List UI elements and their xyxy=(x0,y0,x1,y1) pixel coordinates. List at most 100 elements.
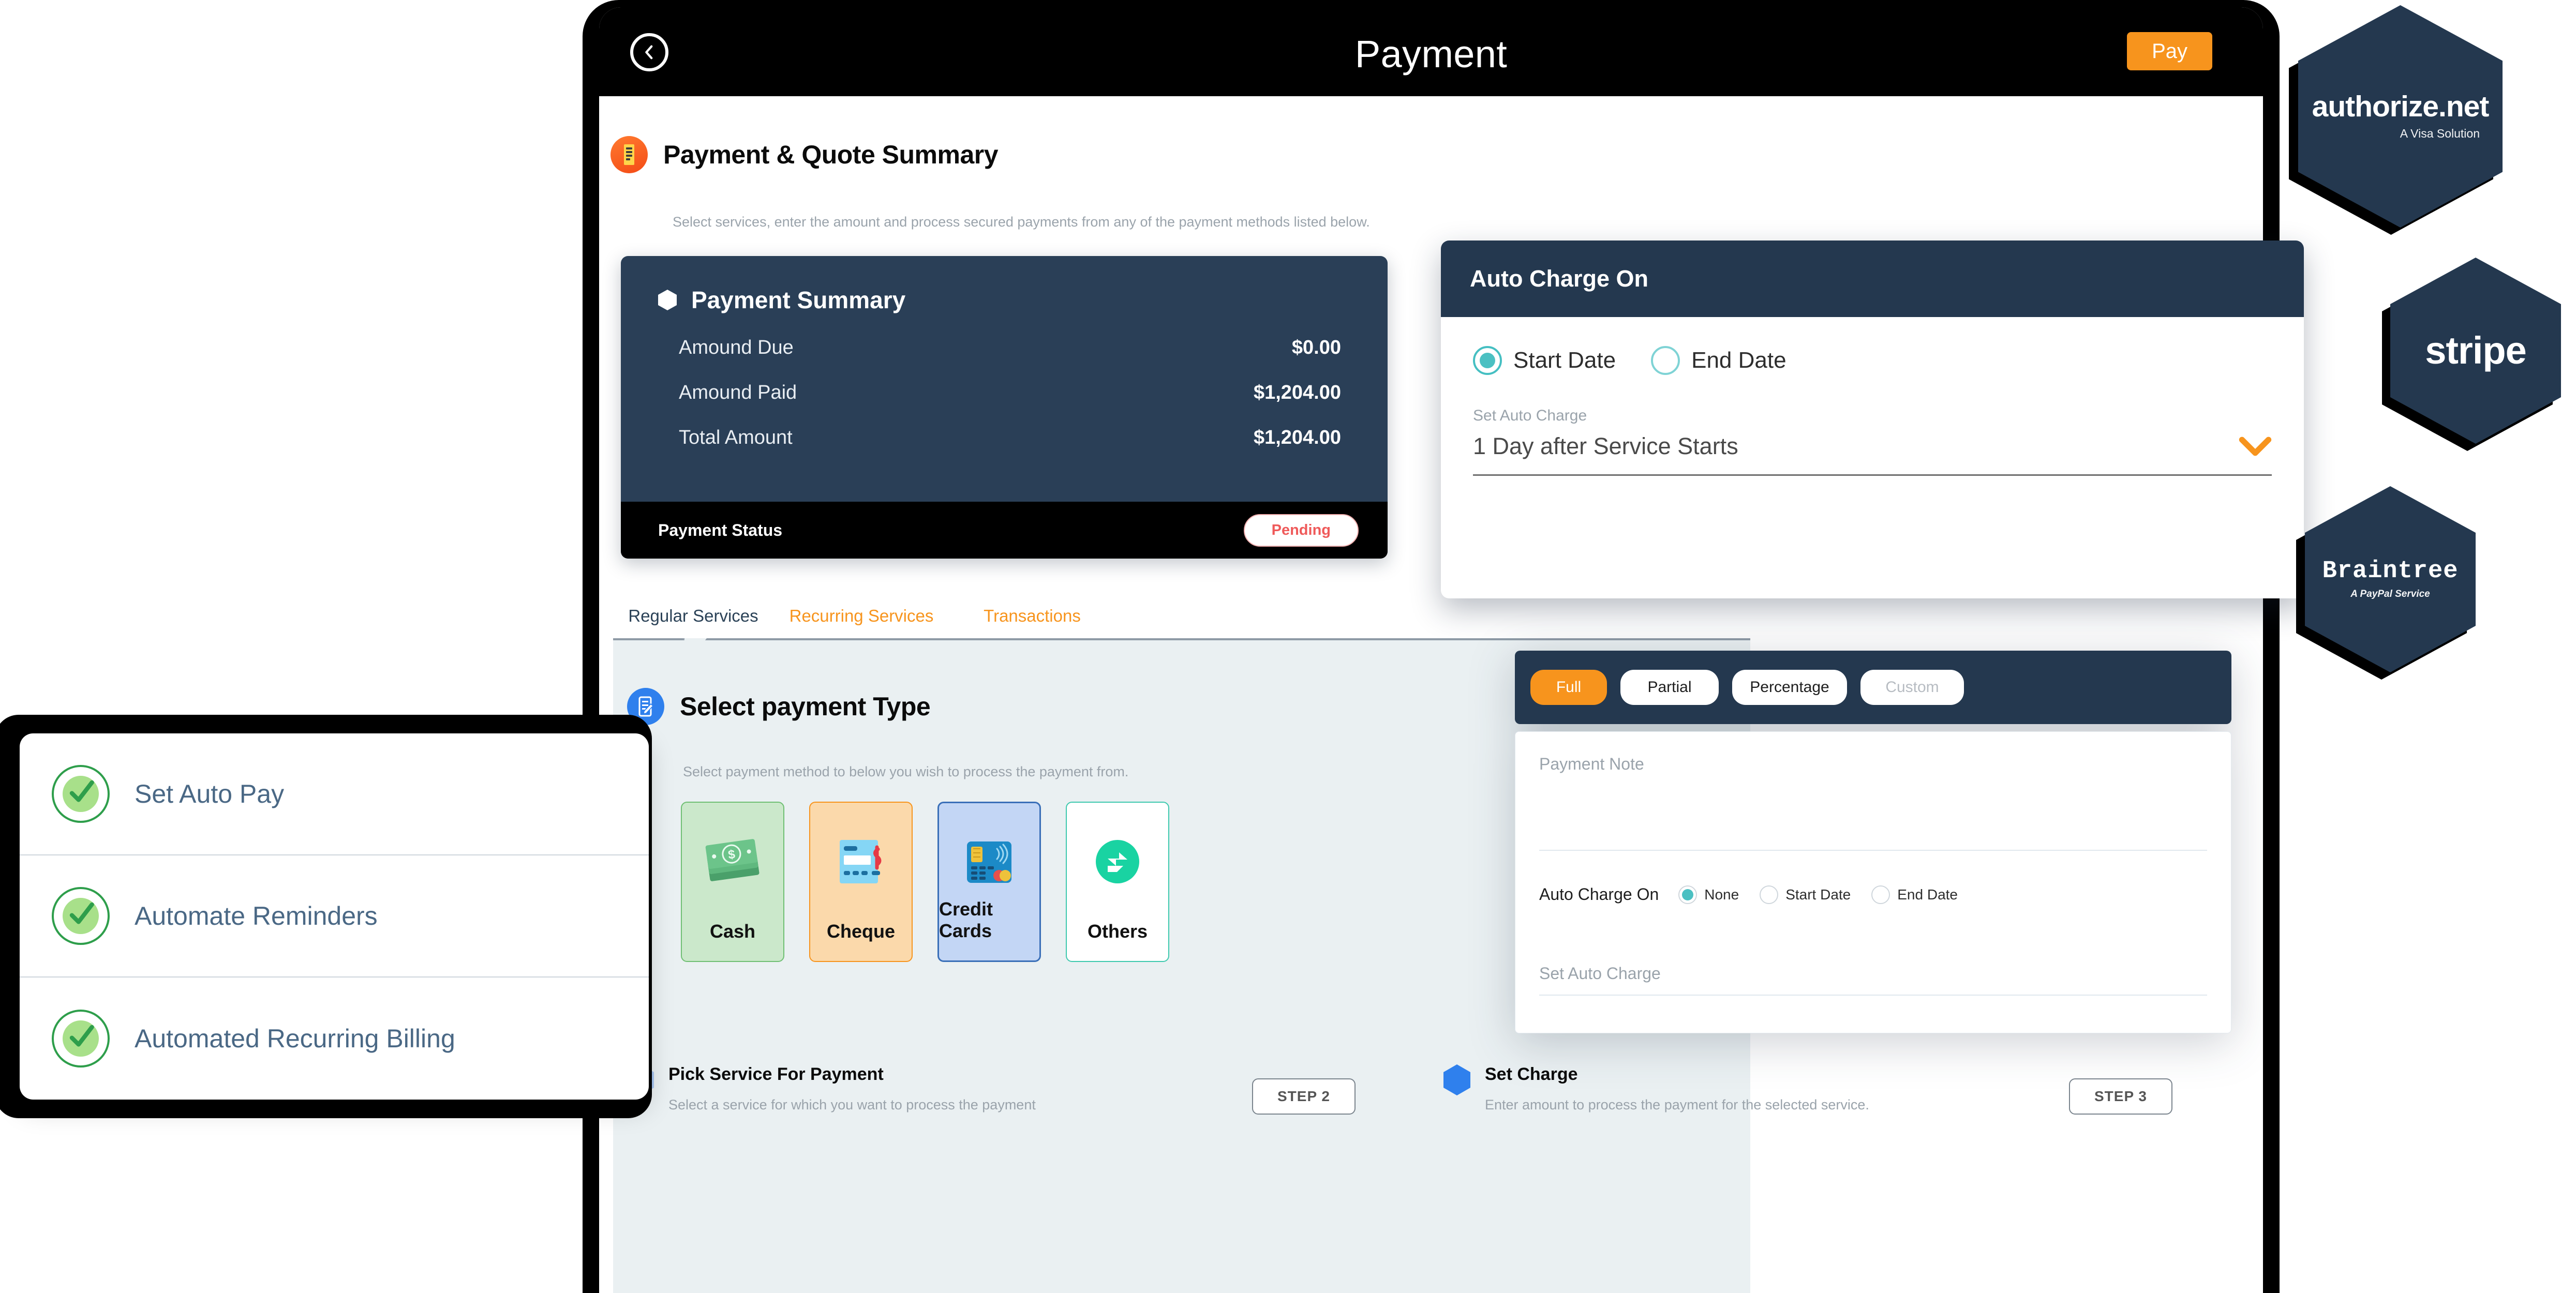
summary-section-title: Payment & Quote Summary xyxy=(663,140,999,169)
charge-type-form: Payment Note Auto Charge On None Start D… xyxy=(1515,731,2231,1033)
payment-type-section-header: Select payment Type xyxy=(627,688,931,725)
summary-row-label: Amound Paid xyxy=(679,382,797,403)
tab-transactions[interactable]: Transactions xyxy=(949,606,1115,637)
radio-label: None xyxy=(1704,886,1739,903)
payment-method-others[interactable]: Others xyxy=(1066,802,1169,962)
payment-method-credit-cards[interactable]: Credit Cards xyxy=(937,802,1041,962)
radio-dot-selected xyxy=(1678,885,1698,904)
radio-none[interactable]: None xyxy=(1678,885,1739,904)
summary-row-label: Total Amount xyxy=(679,427,793,448)
check-circle-icon xyxy=(52,765,110,823)
page-title: Payment xyxy=(1354,33,1508,76)
segment-custom[interactable]: Custom xyxy=(1860,670,1964,705)
credit-card-icon xyxy=(962,831,1017,893)
feature-label: Set Auto Pay xyxy=(135,779,285,808)
payment-method-cash[interactable]: $ Cash xyxy=(681,802,784,962)
payment-method-cheque[interactable]: Cheque xyxy=(809,802,913,962)
charge-type-segment-bar: Full Partial Percentage Custom xyxy=(1515,651,2231,724)
gateway-tagline: A PayPal Service xyxy=(2350,588,2430,599)
radio-end-date[interactable]: End Date xyxy=(1651,346,1786,375)
segment-percentage[interactable]: Percentage xyxy=(1732,670,1847,705)
auto-charge-on-label: Auto Charge On xyxy=(1539,885,1659,904)
payment-note-placeholder: Payment Note xyxy=(1539,755,1644,773)
tab-recurring-services[interactable]: Recurring Services xyxy=(773,606,949,637)
feature-panel: Set Auto Pay Automate Reminders Automate… xyxy=(20,733,649,1100)
auto-charge-panel-title: Auto Charge On xyxy=(1470,265,1648,292)
set-auto-charge-field: Set Auto Charge 1 Day after Service Star… xyxy=(1473,407,2272,476)
check-circle-icon xyxy=(52,887,110,945)
segment-partial[interactable]: Partial xyxy=(1620,670,1719,705)
payment-method-label: Others xyxy=(1087,921,1148,942)
payment-type-section-title: Select payment Type xyxy=(680,692,931,721)
step-title: Pick Service For Payment xyxy=(668,1064,884,1084)
summary-row-value: $1,204.00 xyxy=(1253,427,1341,448)
set-auto-charge-input[interactable]: Set Auto Charge xyxy=(1539,964,2207,996)
segment-full[interactable]: Full xyxy=(1530,670,1607,705)
step-title: Set Charge xyxy=(1485,1064,1578,1084)
step-subtitle: Enter amount to process the payment for … xyxy=(1485,1097,1869,1112)
radio-start-date[interactable]: Start Date xyxy=(1760,885,1851,904)
others-icon xyxy=(1091,831,1144,893)
payment-note-field[interactable]: Payment Note xyxy=(1539,755,2207,851)
payment-method-label: Cheque xyxy=(826,921,895,942)
feature-label: Automated Recurring Billing xyxy=(135,1024,455,1053)
payment-summary-title: Payment Summary xyxy=(691,287,906,313)
chevron-down-icon xyxy=(2239,437,2272,456)
radio-dot-selected xyxy=(1473,346,1502,375)
radio-start-date[interactable]: Start Date xyxy=(1473,346,1616,375)
radio-end-date[interactable]: End Date xyxy=(1871,885,1958,904)
auto-charge-panel-header: Auto Charge On xyxy=(1441,240,2304,317)
hex-bullet-icon xyxy=(658,290,677,310)
summary-section-header: Payment & Quote Summary xyxy=(611,136,999,173)
screenshot-root: Payment Pay Payment & Quote Summary Sele… xyxy=(0,0,2576,1293)
radio-dot-empty xyxy=(1651,346,1680,375)
payment-status-bar: Payment Status Pending xyxy=(621,502,1388,559)
summary-row-value: $0.00 xyxy=(1291,337,1341,358)
feature-item[interactable]: Automate Reminders xyxy=(20,855,649,978)
auto-charge-panel: Auto Charge On Start Date End Date Set A… xyxy=(1441,240,2304,598)
summary-row-label: Amound Due xyxy=(679,337,794,358)
payment-method-label: Credit Cards xyxy=(939,898,993,941)
tab-bar: Regular Services Recurring Services Tran… xyxy=(613,606,1643,637)
tab-regular-services[interactable]: Regular Services xyxy=(613,606,773,637)
summary-row: Amound Paid $1,204.00 xyxy=(658,382,1350,404)
step-3-badge[interactable]: STEP 3 xyxy=(2069,1078,2172,1115)
receipt-icon xyxy=(611,136,648,173)
step-set-charge: Set Charge Enter amount to process the p… xyxy=(1443,1064,1869,1113)
step-2-badge[interactable]: STEP 2 xyxy=(1252,1078,1356,1115)
radio-label: Start Date xyxy=(1785,886,1851,903)
payment-type-section-subtitle: Select payment method to below you wish … xyxy=(683,764,1129,779)
pay-button[interactable]: Pay xyxy=(2127,32,2212,70)
gateway-tagline: A Visa Solution xyxy=(2400,127,2480,140)
gateway-name: stripe xyxy=(2425,329,2527,372)
auto-charge-on-row: Auto Charge On None Start Date End Date xyxy=(1539,885,2207,904)
radio-label: Start Date xyxy=(1513,348,1616,373)
summary-row-value: $1,204.00 xyxy=(1253,382,1341,403)
charge-type-panel: Full Partial Percentage Custom Payment N… xyxy=(1515,651,2231,1033)
payment-method-label: Cash xyxy=(709,921,756,942)
set-auto-charge-select[interactable]: 1 Day after Service Starts xyxy=(1473,433,2272,476)
step-subtitle: Select a service for which you want to p… xyxy=(668,1097,1036,1112)
gateway-name: Braintree xyxy=(2322,557,2459,585)
feature-label: Automate Reminders xyxy=(135,901,378,930)
hex-marker-icon xyxy=(1443,1064,1470,1095)
radio-dot-empty xyxy=(1871,885,1890,904)
payment-status-label: Payment Status xyxy=(658,520,783,539)
feature-item[interactable]: Set Auto Pay xyxy=(20,733,649,855)
cheque-icon xyxy=(832,831,889,893)
app-bar: Payment Pay xyxy=(599,7,2263,96)
set-auto-charge-value: 1 Day after Service Starts xyxy=(1473,433,1738,459)
summary-row: Total Amount $1,204.00 xyxy=(658,427,1350,449)
auto-charge-radio-group: Start Date End Date xyxy=(1473,346,2272,375)
step-pick-service: Pick Service For Payment Select a servic… xyxy=(627,1064,1036,1113)
summary-row: Amound Due $0.00 xyxy=(658,337,1350,359)
gateway-name: authorize.net xyxy=(2312,90,2490,123)
tabs-divider xyxy=(613,638,1750,640)
status-badge: Pending xyxy=(1243,514,1359,547)
feature-item[interactable]: Automated Recurring Billing xyxy=(20,978,649,1100)
radio-label: End Date xyxy=(1691,348,1786,373)
set-auto-charge-label: Set Auto Charge xyxy=(1473,407,1587,424)
radio-label: End Date xyxy=(1897,886,1958,903)
summary-section-subtitle: Select services, enter the amount and pr… xyxy=(673,214,1370,230)
payment-summary-card: Payment Summary Amound Due $0.00 Amound … xyxy=(621,256,1388,559)
